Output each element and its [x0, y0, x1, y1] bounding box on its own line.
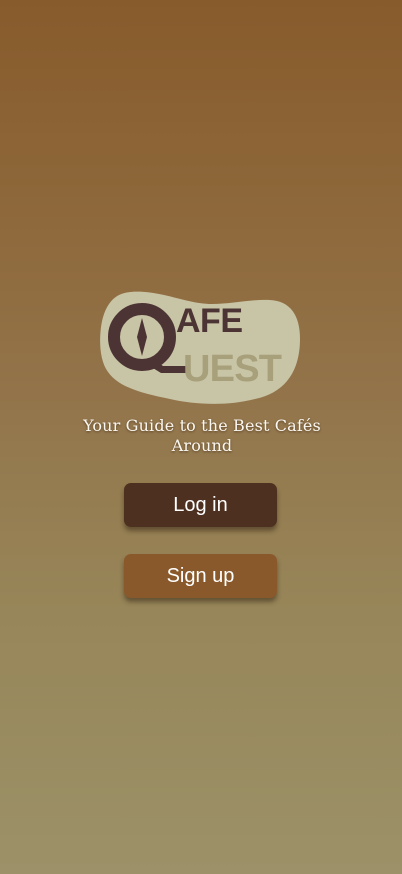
login-button[interactable]: Log in — [124, 483, 277, 527]
logo-graphic: AFE UEST — [100, 291, 300, 404]
signup-button[interactable]: Sign up — [124, 554, 277, 598]
welcome-screen: AFE UEST Your Guide to the Best Cafés Ar… — [0, 0, 402, 874]
tagline: Your Guide to the Best Cafés Around — [83, 416, 321, 455]
logo-line1-text: AFE — [176, 302, 243, 340]
logo-line2-text: UEST — [183, 348, 282, 390]
cafequest-logo: AFE UEST — [94, 288, 304, 406]
